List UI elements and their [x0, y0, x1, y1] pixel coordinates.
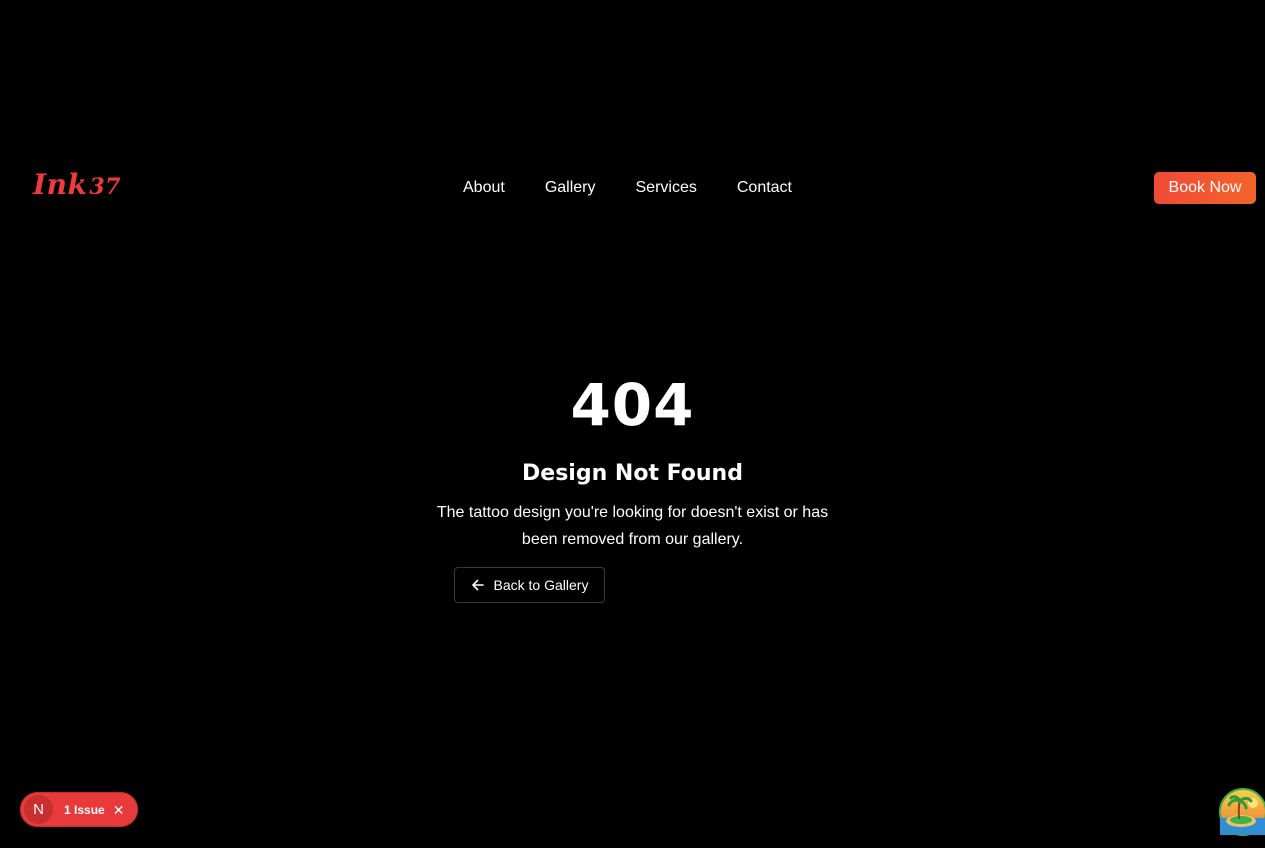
back-to-gallery-label: Back to Gallery	[493, 577, 589, 593]
logo-number: 37	[89, 174, 121, 200]
logo-text: Ink	[33, 168, 88, 201]
back-to-gallery-button[interactable]: Back to Gallery	[454, 567, 605, 603]
arrow-left-icon	[471, 578, 485, 592]
logo[interactable]: Ink37	[33, 165, 121, 207]
nav-link-contact[interactable]: Contact	[737, 177, 792, 199]
island-sunset-icon[interactable]	[1219, 788, 1265, 836]
error-code: 404	[570, 371, 695, 439]
book-now-button[interactable]: Book Now	[1154, 172, 1256, 204]
close-icon[interactable]: ✕	[113, 803, 125, 817]
dev-issues-badge[interactable]: N 1 Issue ✕	[20, 792, 138, 827]
framework-badge-icon: N	[24, 795, 53, 824]
nav-link-services[interactable]: Services	[636, 177, 697, 199]
site-header: Ink37 About Gallery Services Contact Boo…	[0, 165, 1265, 211]
issue-count[interactable]: 1 Issue	[64, 803, 105, 817]
nav-link-gallery[interactable]: Gallery	[545, 177, 596, 199]
page: Ink37 About Gallery Services Contact Boo…	[0, 0, 1265, 848]
nav-link-about[interactable]: About	[463, 177, 505, 199]
error-title: Design Not Found	[522, 461, 743, 486]
main-nav: About Gallery Services Contact	[463, 177, 792, 199]
not-found-section: 404 Design Not Found The tattoo design y…	[0, 360, 1265, 603]
error-description: The tattoo design you're looking for doe…	[436, 504, 829, 548]
